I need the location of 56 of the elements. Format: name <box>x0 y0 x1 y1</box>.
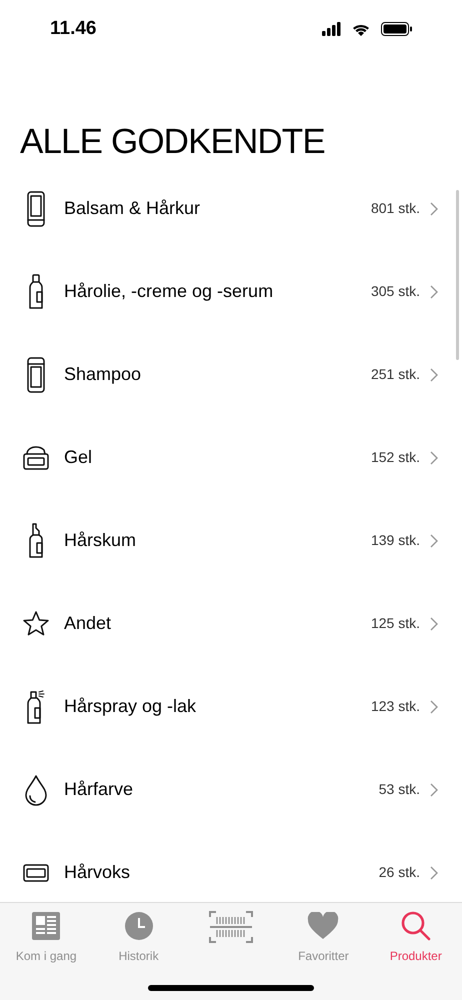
search-icon <box>400 911 431 941</box>
case-icon <box>23 862 49 882</box>
drop-icon <box>24 774 48 806</box>
tab-item[interactable]: Produkter <box>370 909 462 965</box>
category-name: Andet <box>64 612 112 635</box>
product-count: 139 stk. <box>370 531 420 550</box>
category-row[interactable]: Balsam & Hårkur 801 stk. <box>0 167 462 250</box>
category-row[interactable]: Hårvoks 26 stk. <box>0 831 462 902</box>
category-name: Shampoo <box>64 363 142 386</box>
category-row[interactable]: Hårskum 139 stk. <box>0 499 462 582</box>
category-row[interactable]: Hårspray og -lak 123 stk. <box>0 665 462 748</box>
category-row[interactable]: Shampoo 251 stk. <box>0 333 462 416</box>
product-count: 152 stk. <box>370 448 420 467</box>
star-icon <box>22 610 50 638</box>
product-count: 801 stk. <box>370 199 420 218</box>
product-count: 305 stk. <box>370 282 420 301</box>
category-name: Gel <box>64 446 94 469</box>
chevron-right-icon <box>430 284 438 298</box>
signal-icon <box>322 22 341 36</box>
chevron-right-icon <box>430 450 438 464</box>
status-time: 11.46 <box>50 16 96 41</box>
chevron-right-icon <box>430 866 438 880</box>
chevron-right-icon <box>430 534 438 548</box>
bottle-icon <box>29 274 43 310</box>
category-name: Balsam & Hårkur <box>64 197 202 220</box>
product-count: 53 stk. <box>378 780 420 799</box>
chevron-right-icon <box>430 616 438 630</box>
category-name: Hårspray og -lak <box>64 695 198 718</box>
category-row[interactable]: Hårolie, -creme og -serum 305 stk. <box>0 250 462 333</box>
product-count: 123 stk. <box>370 697 420 716</box>
page-title: ALLE GODKENDTE <box>19 121 326 163</box>
category-name: Hårskum <box>64 529 138 552</box>
spray-bottle-icon <box>26 688 46 724</box>
tube-icon <box>26 356 46 392</box>
category-row[interactable]: Gel 152 stk. <box>0 416 462 499</box>
product-count: 26 stk. <box>378 863 420 882</box>
battery-icon <box>381 22 412 36</box>
jar-icon <box>23 444 49 470</box>
product-count: 251 stk. <box>370 365 420 384</box>
chevron-right-icon <box>430 782 438 796</box>
category-row[interactable]: Andet 125 stk. <box>0 582 462 665</box>
category-row[interactable]: Hårfarve 53 stk. <box>0 748 462 831</box>
category-name: Hårolie, -creme og -serum <box>64 280 274 303</box>
chevron-right-icon <box>430 202 438 216</box>
newspaper-icon <box>31 911 62 941</box>
category-name: Hårfarve <box>64 778 134 801</box>
tube-icon <box>26 190 46 226</box>
product-count: 125 stk. <box>370 614 420 633</box>
clock-icon <box>124 911 154 941</box>
category-name: Hårvoks <box>64 861 132 884</box>
chevron-right-icon <box>430 700 438 714</box>
chevron-right-icon <box>430 368 438 382</box>
barcode-scan-icon <box>208 909 254 945</box>
foam-bottle-icon <box>29 522 43 558</box>
wifi-icon <box>353 22 369 36</box>
heart-icon <box>307 912 340 940</box>
